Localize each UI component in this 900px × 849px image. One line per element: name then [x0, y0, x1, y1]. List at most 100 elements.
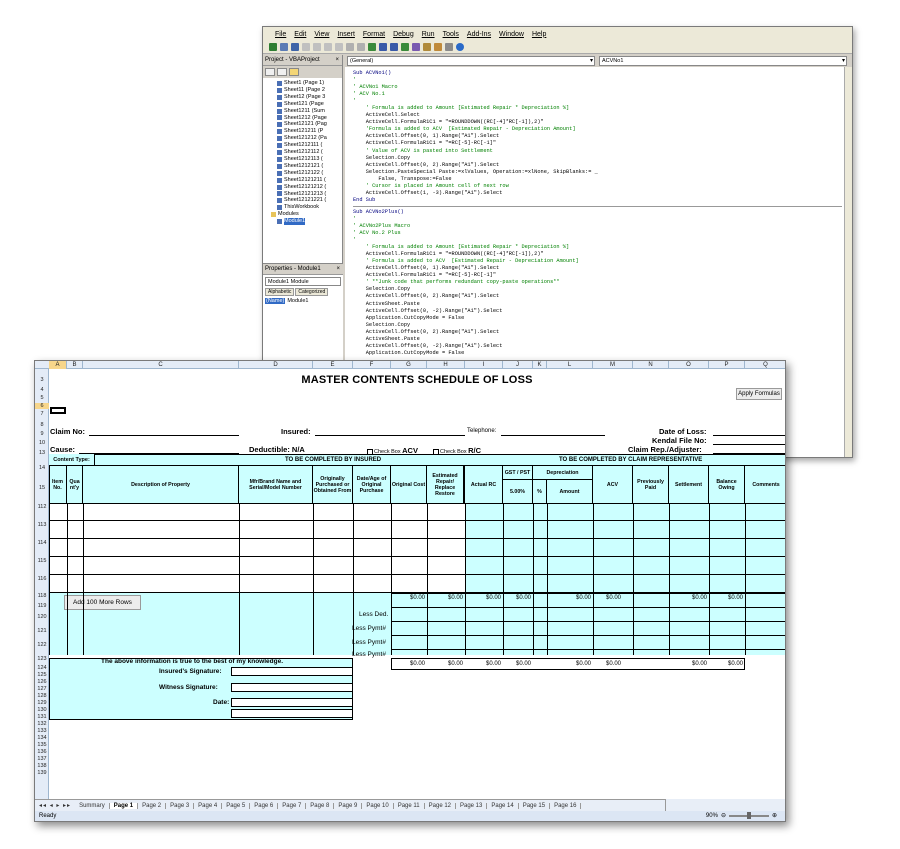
run-icon[interactable]	[368, 43, 376, 51]
properties-icon[interactable]	[423, 43, 431, 51]
project-tree-item[interactable]: Sheet12121212 (	[277, 184, 342, 191]
date-field[interactable]	[231, 698, 353, 707]
witness-signature-field[interactable]	[231, 683, 353, 692]
row-header[interactable]: 134	[35, 735, 49, 741]
excel-view-icon[interactable]	[269, 43, 277, 51]
row-header[interactable]: 14	[35, 465, 49, 471]
column-header[interactable]: D	[239, 361, 313, 369]
project-tree-item[interactable]: Sheet1212 (Page	[277, 115, 342, 122]
column-header[interactable]: P	[709, 361, 745, 369]
insured-signature-field[interactable]	[231, 667, 353, 676]
column-header[interactable]: L	[547, 361, 593, 369]
column-header[interactable]: O	[669, 361, 709, 369]
sheet-tab[interactable]: Page 1	[109, 802, 139, 809]
project-tree-item[interactable]: ThisWorkbook	[277, 204, 342, 211]
menu-item-view[interactable]: View	[314, 31, 329, 38]
break-icon[interactable]	[379, 43, 387, 51]
save-icon[interactable]	[291, 43, 299, 51]
help-icon[interactable]	[456, 43, 464, 51]
row-header[interactable]: 135	[35, 742, 49, 748]
column-header[interactable]: B	[67, 361, 83, 369]
row-header[interactable]: 116	[35, 576, 49, 582]
row-header[interactable]: 15	[35, 485, 49, 491]
project-tree-item[interactable]: Sheet1 (Page 1)	[277, 80, 342, 87]
sheet-tab[interactable]: Page 10	[362, 802, 394, 809]
tab-alphabetic[interactable]: Alphabetic	[265, 288, 295, 296]
insert-module-icon[interactable]	[280, 43, 288, 51]
properties-object-select[interactable]: Module1 Module	[265, 277, 341, 286]
project-tree-item[interactable]: Sheet12121211 (	[277, 177, 342, 184]
project-tree-item[interactable]: Sheet12121221 (	[277, 197, 342, 204]
row-header[interactable]: 129	[35, 700, 49, 706]
row-header[interactable]: 4	[35, 387, 49, 393]
column-header[interactable]: C	[83, 361, 239, 369]
row-header[interactable]: 131	[35, 714, 49, 720]
project-tree-item[interactable]: Sheet1212112 (	[277, 149, 342, 156]
menu-item-edit[interactable]: Edit	[294, 31, 306, 38]
sheet-tab[interactable]: Page 5	[222, 802, 251, 809]
sheet-tab[interactable]: Page 15	[518, 802, 551, 809]
claim-no-field[interactable]	[89, 435, 239, 436]
column-header[interactable]: A	[49, 361, 67, 369]
row-header[interactable]: 122	[35, 642, 49, 648]
project-tree-item[interactable]: Sheet1212111 (	[277, 142, 342, 149]
zoom-slider[interactable]	[728, 812, 769, 819]
row-header[interactable]: 123	[35, 656, 49, 662]
project-tree-item[interactable]: Sheet121211 (P	[277, 128, 342, 135]
cut-icon[interactable]	[302, 43, 310, 51]
zoom-in-icon[interactable]: ⊕	[772, 811, 777, 821]
menu-item-debug[interactable]: Debug	[393, 31, 414, 38]
row-header[interactable]: 137	[35, 756, 49, 762]
row-header[interactable]: 127	[35, 686, 49, 692]
column-header[interactable]: G	[391, 361, 427, 369]
code-editor[interactable]: Sub ACVNo1() ' ' ACVNo1 Macro ' ACV No.1 ' '…	[353, 70, 842, 357]
kendal-file-field[interactable]	[713, 444, 785, 445]
selected-cell[interactable]	[50, 407, 66, 414]
row-header[interactable]: 6	[35, 403, 49, 409]
project-tree-item[interactable]: Sheet1212113 (	[277, 156, 342, 163]
column-header[interactable]: Q	[745, 361, 785, 369]
row-header[interactable]: 125	[35, 672, 49, 678]
object-combo[interactable]: (General)	[347, 56, 595, 66]
sheet-tab[interactable]: Page 7	[278, 802, 307, 809]
table-row[interactable]	[49, 558, 785, 575]
worksheet[interactable]: MASTER CONTENTS SCHEDULE OF LOSS Apply F…	[49, 369, 785, 799]
sheet-tab[interactable]: Page 2	[138, 802, 167, 809]
row-header[interactable]: 10	[35, 440, 49, 446]
sheet-tab[interactable]: Page 12	[424, 802, 456, 809]
row-header[interactable]: 130	[35, 707, 49, 713]
design-mode-icon[interactable]	[401, 43, 409, 51]
project-tree-item[interactable]: Sheet11 (Page 2	[277, 87, 342, 94]
project-explorer-icon[interactable]	[412, 43, 420, 51]
sheet-tab[interactable]: Page 6	[250, 802, 279, 809]
row-header[interactable]: 13	[35, 450, 49, 456]
date-of-loss-field[interactable]	[713, 435, 785, 436]
row-header[interactable]: 128	[35, 693, 49, 699]
row-header[interactable]: 115	[35, 558, 49, 564]
sheet-tab[interactable]: Page 14	[487, 802, 519, 809]
project-tree-item[interactable]: Modules	[271, 211, 342, 218]
insured-field[interactable]	[315, 435, 465, 436]
object-browser-icon[interactable]	[434, 43, 442, 51]
project-tree-item[interactable]: Sheet12121 (Pag	[277, 121, 342, 128]
code-scrollbar[interactable]	[844, 67, 852, 457]
tab-categorized[interactable]: Categorized	[295, 288, 329, 296]
project-tree-item[interactable]: Sheet121 (Page	[277, 101, 342, 108]
project-tree-item[interactable]: Sheet12 (Page 3	[277, 94, 342, 101]
sheet-tab[interactable]: Page 8	[306, 802, 335, 809]
row-header[interactable]: 139	[35, 770, 49, 776]
tab-nav-icons[interactable]: ◂◂ ◂ ▸ ▸▸	[39, 802, 71, 809]
column-header[interactable]: K	[533, 361, 547, 369]
undo-icon[interactable]	[346, 43, 354, 51]
column-header[interactable]: H	[427, 361, 465, 369]
sheet-tab[interactable]: Page 16	[550, 802, 582, 809]
extra-field[interactable]	[231, 709, 353, 718]
menu-item-insert[interactable]: Insert	[337, 31, 355, 38]
row-header[interactable]: 138	[35, 763, 49, 769]
column-header[interactable]: M	[593, 361, 633, 369]
apply-formulas-button[interactable]: Apply Formulas	[736, 388, 782, 400]
column-header[interactable]: J	[503, 361, 533, 369]
copy-icon[interactable]	[313, 43, 321, 51]
menu-item-help[interactable]: Help	[532, 31, 546, 38]
row-header[interactable]: 133	[35, 728, 49, 734]
